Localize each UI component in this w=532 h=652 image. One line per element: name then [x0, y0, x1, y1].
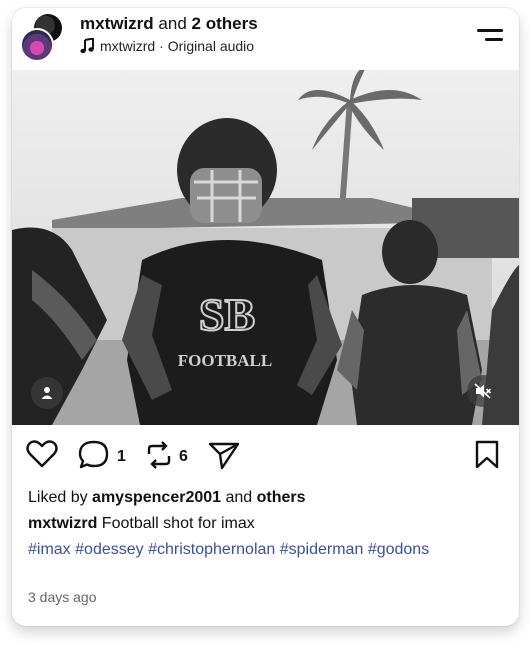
likes-others[interactable]: others: [257, 489, 306, 506]
video-frame: SB FOOTBALL: [12, 70, 519, 425]
hashtag[interactable]: #imax: [28, 541, 71, 558]
hashtag[interactable]: #odessey: [75, 541, 144, 558]
bookmark-icon[interactable]: [475, 440, 499, 470]
hashtag[interactable]: #spiderman: [280, 541, 364, 558]
likes-prefix: Liked by: [28, 489, 88, 506]
audio-separator: ·: [159, 38, 164, 54]
action-bar: 1 6: [12, 436, 519, 476]
comment-count: 1: [117, 448, 126, 465]
post-card: mxtwizrd and 2 others mxtwizrd · Origina…: [12, 8, 519, 626]
collab-avatars[interactable]: [18, 14, 64, 62]
jersey-text: FOOTBALL: [178, 351, 272, 370]
hashtag[interactable]: #godons: [368, 541, 429, 558]
speech-bubble-icon[interactable]: [78, 440, 110, 470]
post-video[interactable]: SB FOOTBALL: [12, 70, 519, 425]
others-link[interactable]: 2 others: [192, 14, 258, 33]
and-text: and: [158, 14, 187, 33]
caption-user[interactable]: mxtwizrd: [28, 515, 97, 532]
menu-lines-icon[interactable]: [477, 28, 503, 46]
heart-icon[interactable]: [26, 440, 58, 468]
music-note-icon: [80, 38, 94, 54]
audio-author: mxtwizrd: [100, 38, 156, 54]
paper-plane-icon[interactable]: [208, 440, 240, 470]
likes-joiner: and: [225, 489, 253, 506]
repost-icon[interactable]: [144, 440, 174, 470]
liked-by-user[interactable]: amyspencer2001: [92, 489, 221, 506]
author-name[interactable]: mxtwizrd: [80, 14, 154, 33]
audio-title: Original audio: [167, 38, 255, 54]
jersey-logo: SB: [199, 289, 255, 340]
speaker-muted-icon[interactable]: [467, 375, 499, 407]
likes-summary: Liked by amyspencer2001 and others: [28, 489, 306, 507]
post-authors: mxtwizrd and 2 others: [80, 14, 258, 34]
caption: mxtwizrd Football shot for imax: [28, 515, 255, 533]
post-timestamp: 3 days ago: [28, 589, 97, 605]
repost-count: 6: [179, 448, 188, 465]
user-icon[interactable]: [31, 377, 63, 409]
hashtag[interactable]: #christophernolan: [148, 541, 275, 558]
hashtag-list: #imax #odessey #christophernolan #spider…: [28, 539, 488, 560]
audio-info[interactable]: mxtwizrd · Original audio: [80, 38, 254, 54]
caption-text: Football shot for imax: [101, 515, 255, 532]
avatar[interactable]: [20, 28, 54, 62]
post-header: mxtwizrd and 2 others mxtwizrd · Origina…: [12, 8, 519, 70]
